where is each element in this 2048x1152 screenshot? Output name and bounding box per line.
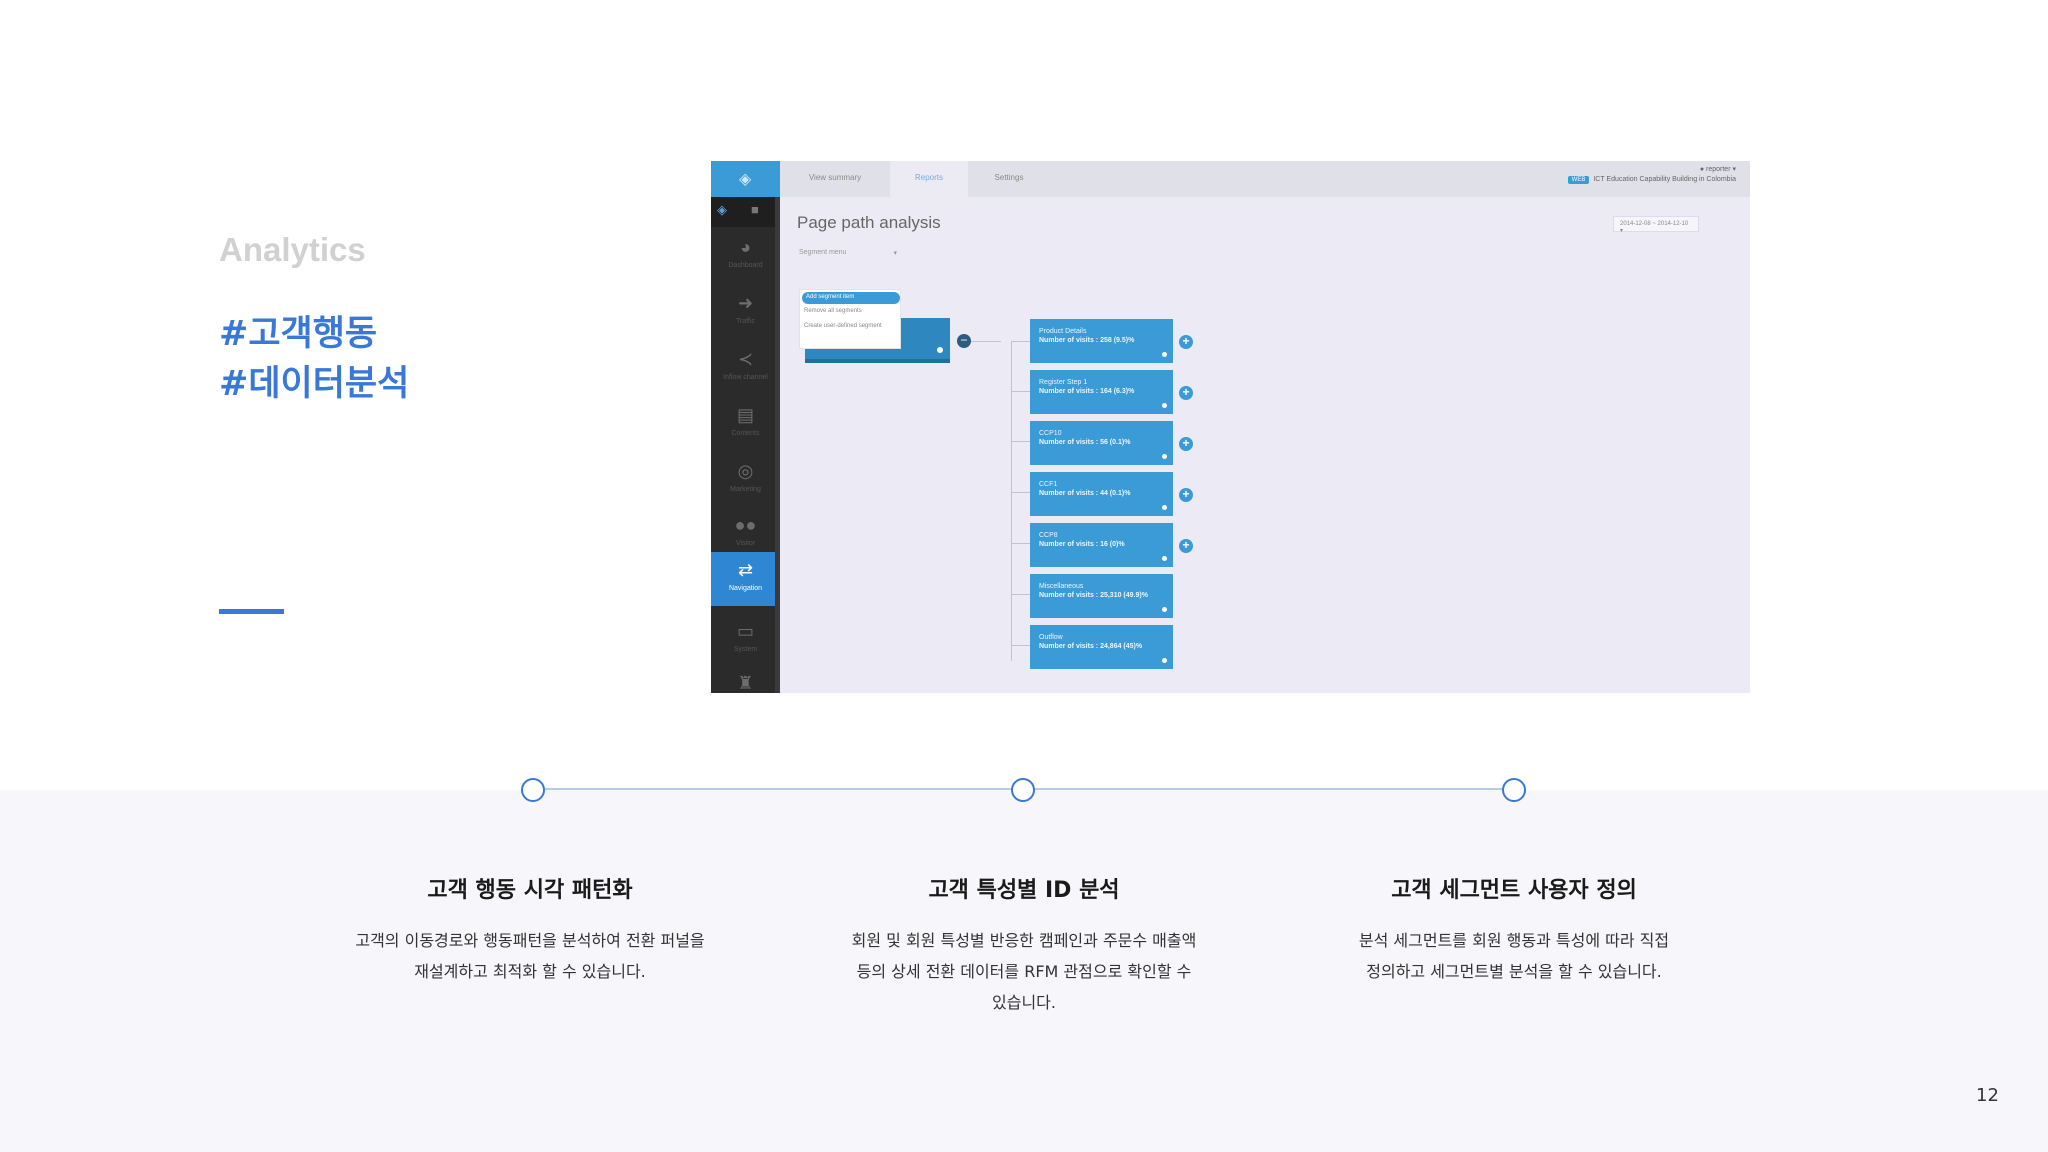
connector bbox=[1011, 441, 1030, 442]
folder-icon[interactable]: ■ bbox=[751, 202, 759, 217]
page-title: Page path analysis bbox=[797, 213, 941, 232]
tab-reports[interactable]: Reports bbox=[890, 161, 968, 197]
monitor-icon: ▭ bbox=[736, 621, 754, 641]
chart-icon[interactable]: ◈ bbox=[717, 202, 727, 218]
share-icon: ≺ bbox=[737, 349, 754, 369]
feature-title: 고객 행동 시각 패턴화 bbox=[427, 878, 633, 903]
date-range-picker[interactable]: 2014-12-08 ~ 2014-12-10 ▾ bbox=[1613, 216, 1699, 234]
sidebar-item-marketing[interactable]: ◎ Marketing bbox=[711, 453, 780, 507]
connector bbox=[971, 341, 1001, 342]
sidebar-item-inflow-channel[interactable]: ≺ Inflow channel bbox=[711, 341, 780, 395]
analytics-screenshot: ◈ ◈ ■ ◕ Dashboard ➜ Traffic ≺ Inflow channe… bbox=[711, 161, 1750, 693]
root-node-underline bbox=[805, 359, 950, 363]
trophy-icon: ♜ bbox=[737, 673, 754, 693]
sidebar-item-trophy[interactable]: ♜ bbox=[711, 665, 780, 693]
contents-icon: ▤ bbox=[736, 405, 754, 425]
brand-label: Analytics bbox=[219, 231, 366, 268]
caret-down-icon: ▾ bbox=[893, 250, 897, 257]
dashboard-icon: ◕ bbox=[740, 237, 751, 257]
segment-dropdown: Add segment item Remove all segments Cre… bbox=[799, 289, 901, 349]
expand-icon[interactable]: + bbox=[1179, 437, 1193, 451]
sidebar-item-traffic[interactable]: ➜ Traffic bbox=[711, 285, 780, 339]
hashtag-customer-behavior: #고객행동 bbox=[219, 314, 378, 354]
connector bbox=[1011, 645, 1030, 646]
expand-icon[interactable]: + bbox=[1179, 335, 1193, 349]
sidebar-item-dashboard[interactable]: ◕ Dashboard bbox=[711, 229, 780, 283]
path-node-product-details[interactable]: Product Details Number of visits : 258 (9… bbox=[1030, 319, 1173, 363]
expand-icon[interactable]: + bbox=[1179, 386, 1193, 400]
sidebar-edge bbox=[775, 197, 780, 693]
feature-description: 분석 세그먼트를 회원 행동과 특성에 따라 직접 정의하고 세그먼트별 분석을… bbox=[1358, 931, 1670, 981]
connector bbox=[1011, 594, 1030, 595]
feature-description: 고객의 이동경로와 행동패턴을 분석하여 전환 퍼널을 재설계하고 최적화 할 … bbox=[355, 931, 705, 981]
accent-bar bbox=[219, 609, 284, 614]
sidebar-subrow: ◈ ■ bbox=[711, 197, 780, 227]
connector bbox=[1011, 341, 1030, 342]
timeline-dot bbox=[521, 778, 545, 802]
connector bbox=[1011, 341, 1012, 661]
expand-icon[interactable]: + bbox=[1179, 488, 1193, 502]
tab-view-summary[interactable]: View summary bbox=[780, 161, 890, 197]
hashtag-data-analysis: #데이터분석 bbox=[219, 364, 410, 404]
path-node-register-step-1[interactable]: Register Step 1 Number of visits : 164 (6… bbox=[1030, 370, 1173, 414]
collapse-icon[interactable]: − bbox=[957, 334, 971, 348]
feature-description: 회원 및 회원 특성별 반응한 캠페인과 주문수 매출액 등의 상세 전환 데이… bbox=[851, 931, 1197, 1012]
path-node-ccp10[interactable]: CCP10 Number of visits : 56 (0.1)% bbox=[1030, 421, 1173, 465]
connector bbox=[1011, 391, 1030, 392]
page-number: 12 bbox=[1976, 1085, 1999, 1106]
feature-title: 고객 특성별 ID 분석 bbox=[928, 878, 1120, 903]
app-sidebar: ◈ ◈ ■ ◕ Dashboard ➜ Traffic ≺ Inflow channe… bbox=[711, 161, 780, 693]
users-icon: ●● bbox=[734, 515, 757, 535]
path-node-miscellaneous[interactable]: Miscellaneous Number of visits : 25,310 (… bbox=[1030, 574, 1173, 618]
connector bbox=[1011, 492, 1030, 493]
app-logo[interactable]: ◈ bbox=[711, 161, 780, 197]
timeline-dot bbox=[1011, 778, 1035, 802]
connector bbox=[1011, 543, 1030, 544]
user-name: ● reporter ▾ bbox=[1699, 166, 1736, 173]
create-user-defined-segment[interactable]: Create user-defined segment bbox=[804, 323, 894, 330]
target-icon: ◎ bbox=[737, 461, 754, 481]
app-topbar: View summary Reports Settings ● reporter… bbox=[780, 161, 1750, 197]
account-info[interactable]: ● reporter ▾ WEB ICT Education Capability… bbox=[1567, 165, 1736, 184]
sidebar-item-navigation[interactable]: ⇄ Navigation bbox=[711, 552, 780, 606]
sidebar-item-contents[interactable]: ▤ Contents bbox=[711, 397, 780, 451]
root-node-dot bbox=[937, 347, 943, 353]
sidebar-item-system[interactable]: ▭ System bbox=[711, 613, 780, 667]
swap-arrows-icon: ⇄ bbox=[737, 560, 754, 580]
tab-settings[interactable]: Settings bbox=[968, 161, 1050, 197]
path-node-outflow[interactable]: Outflow Number of visits : 24,864 (45)% bbox=[1030, 625, 1173, 669]
path-node-ccp8[interactable]: CCP8 Number of visits : 16 (0)% bbox=[1030, 523, 1173, 567]
web-badge: WEB bbox=[1567, 176, 1590, 184]
feature-title: 고객 세그먼트 사용자 정의 bbox=[1391, 878, 1637, 903]
add-segment-item[interactable]: Add segment item bbox=[802, 292, 900, 304]
timeline-dot bbox=[1502, 778, 1526, 802]
path-node-ccf1[interactable]: CCF1 Number of visits : 44 (0.1)% bbox=[1030, 472, 1173, 516]
expand-icon[interactable]: + bbox=[1179, 539, 1193, 553]
segment-menu[interactable]: Segment menu ▾ bbox=[799, 249, 897, 257]
remove-all-segments[interactable]: Remove all segments bbox=[804, 308, 894, 315]
megaphone-icon: ➜ bbox=[737, 293, 754, 313]
logo-icon: ◈ bbox=[739, 171, 752, 188]
org-name: ICT Education Capability Building in Col… bbox=[1593, 176, 1736, 183]
